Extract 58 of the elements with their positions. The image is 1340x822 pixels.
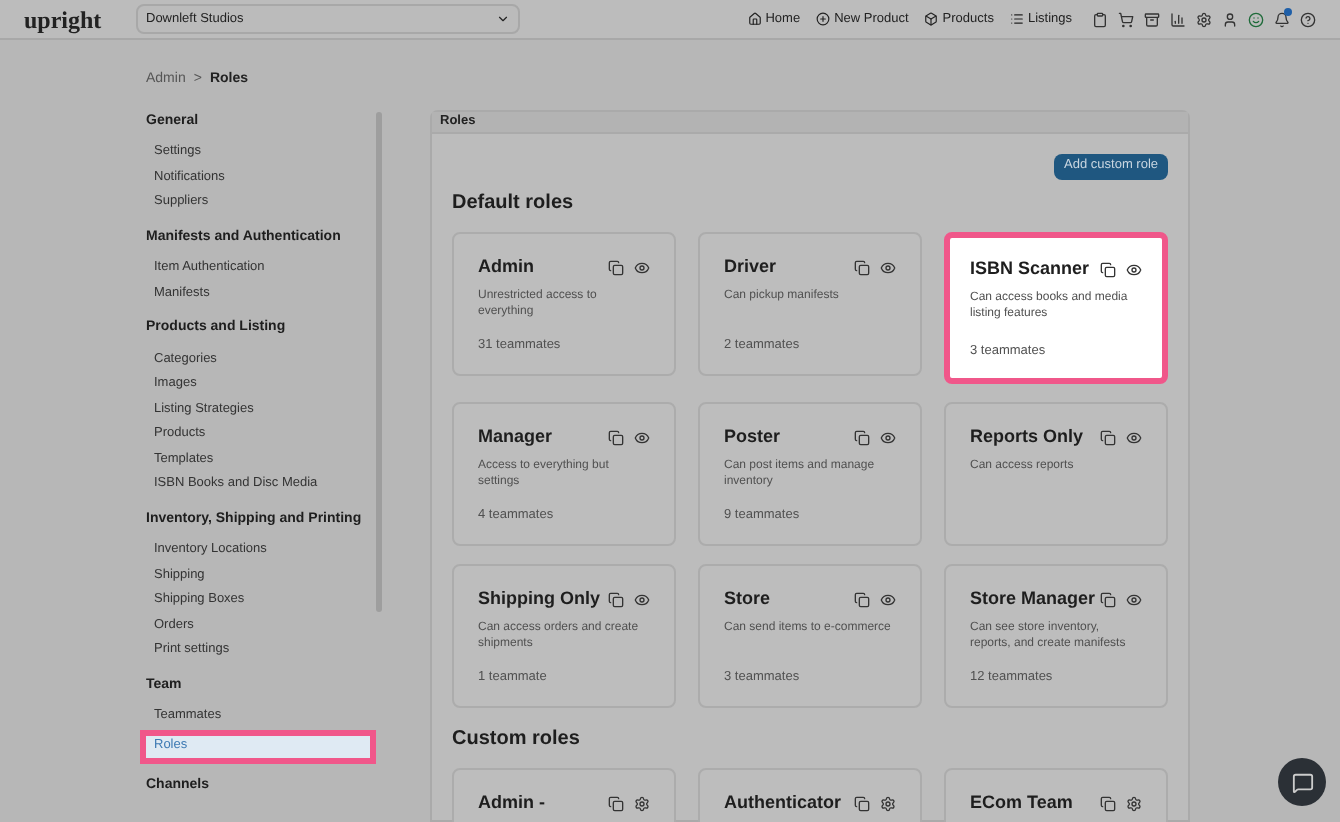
section-heading: Custom roles [452, 725, 582, 754]
chart-icon[interactable] [1170, 11, 1186, 27]
copy-icon[interactable] [1100, 261, 1116, 277]
copy-icon[interactable] [854, 429, 870, 445]
eye-icon[interactable] [1126, 591, 1142, 607]
list-icon [1009, 12, 1024, 26]
plus-circle-icon [816, 12, 831, 26]
copy-icon[interactable] [608, 795, 624, 811]
role-name: Reports Only [970, 423, 1084, 450]
face-icon[interactable] [1248, 11, 1264, 27]
caret-icon [496, 12, 510, 26]
role-name: ECom Team [970, 789, 1073, 816]
bell-icon[interactable] [1274, 11, 1290, 27]
settings-icon[interactable] [634, 795, 650, 811]
chat-icon [1291, 771, 1313, 793]
role-name: Driver [724, 253, 777, 280]
chat-button[interactable] [1278, 758, 1326, 806]
copy-icon[interactable] [1100, 429, 1116, 445]
eye-icon[interactable] [1126, 261, 1142, 277]
copy-icon[interactable] [854, 259, 870, 275]
home-icon [747, 12, 762, 26]
eye-icon[interactable] [634, 259, 650, 275]
copy-icon[interactable] [1100, 795, 1116, 811]
role-name: Poster [724, 423, 781, 450]
role-card[interactable]: ECom Team [944, 767, 1168, 822]
eye-icon[interactable] [880, 591, 896, 607]
user-icon[interactable] [1222, 11, 1238, 27]
copy-icon[interactable] [608, 259, 624, 275]
archive-icon[interactable] [1144, 11, 1160, 27]
role-name: ISBN Scanner [970, 255, 1090, 282]
box-icon [924, 12, 939, 26]
role-name: Store Manager [970, 585, 1096, 612]
eye-icon[interactable] [880, 259, 896, 275]
eye-icon[interactable] [634, 429, 650, 445]
clipboard-icon[interactable] [1092, 11, 1108, 27]
cart-icon[interactable] [1118, 11, 1134, 27]
eye-icon[interactable] [634, 591, 650, 607]
role-name: Authenticator [724, 789, 841, 816]
role-name: Admin [478, 253, 534, 280]
copy-icon[interactable] [608, 429, 624, 445]
role-name: Admin - [478, 789, 545, 816]
copy-icon[interactable] [854, 591, 870, 607]
copy-icon[interactable] [608, 591, 624, 607]
role-name: Store [724, 585, 771, 612]
role-name: Manager [478, 423, 553, 450]
logo[interactable]: upright [24, 1, 112, 37]
copy-icon[interactable] [1100, 591, 1116, 607]
role-card[interactable]: Admin - [452, 767, 676, 822]
role-card[interactable]: Authenticator [698, 767, 922, 822]
settings-icon[interactable] [880, 795, 896, 811]
settings-icon[interactable] [1196, 11, 1212, 27]
role-name: Shipping Only [478, 585, 600, 612]
copy-icon[interactable] [854, 795, 870, 811]
eye-icon[interactable] [880, 429, 896, 445]
help-icon[interactable] [1300, 11, 1316, 27]
settings-icon[interactable] [1126, 795, 1142, 811]
section-heading: Default roles [452, 189, 576, 218]
eye-icon[interactable] [1126, 429, 1142, 445]
